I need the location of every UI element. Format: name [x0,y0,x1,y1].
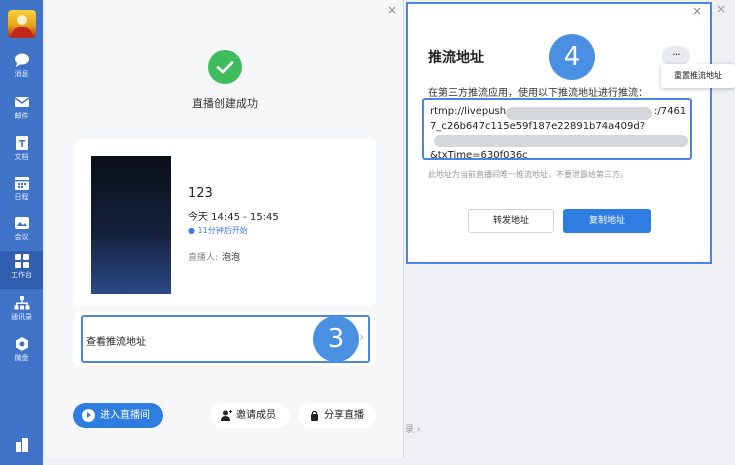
dialog-title: 推流地址 [428,50,484,66]
sidebar-item-workbench[interactable]: 工作台 [0,251,43,289]
sidebar-item-drive[interactable]: 微盘 [0,334,43,372]
sidebar-item-label: 工作台 [11,271,32,279]
redacted-mask [434,135,688,147]
document-icon [15,136,28,150]
close-icon[interactable]: × [387,3,397,17]
view-push-address-label: 查看推流地址 [86,337,146,348]
calendar-icon [14,177,29,190]
background-partial-text: 录 › [405,425,421,435]
invite-members-label: 邀请成员 [236,410,276,421]
close-icon[interactable]: × [692,4,702,18]
host-label: 直播人: [188,253,219,263]
forward-address-button[interactable]: 转发地址 [468,209,554,233]
push-url-line-2: 7_c26b647c115e59f187e22891b74a409d? [430,121,645,132]
push-address-dialog: × 推流地址 4 ··· 在第三方推流应用，使用以下推流地址进行推流： rtmp… [406,2,712,264]
enter-live-room-label: 进入直播间 [100,410,150,421]
sidebar-item-label: 微盘 [14,354,29,362]
copy-address-button[interactable]: 复制地址 [563,209,651,233]
sidebar-item-documents[interactable]: 文档 [0,133,43,171]
share-live-button[interactable]: 分享直播 [298,403,376,428]
chat-bubble-icon [14,53,29,67]
live-poster [91,156,171,294]
step-badge-4: 4 [549,34,595,80]
chevron-right-icon: › [359,330,364,344]
sidebar-item-label: 通讯录 [11,313,32,321]
success-check-icon [208,50,242,84]
meeting-icon [14,217,29,229]
grid-icon [14,254,29,268]
sidebar: 消息 邮件 文档 日程 会议 工作台 通讯录 微盘 [0,0,43,465]
live-name: 123 [188,186,213,201]
share-icon [311,410,318,421]
arrow-right-icon [82,409,95,422]
sidebar-item-label: 日程 [14,193,29,201]
live-info-card: 123 今天 14:45 - 15:45 ● 11分钟后开始 直播人: 泡泡 [74,139,376,306]
share-live-label: 分享直播 [324,410,364,421]
contacts-icon [14,296,29,310]
background-close-icon[interactable]: × [716,2,726,16]
sidebar-item-contacts[interactable]: 通讯录 [0,293,43,331]
sidebar-item-meeting[interactable]: 会议 [0,213,43,251]
sidebar-item-label: 消息 [14,70,29,78]
sidebar-item-label: 邮件 [14,112,29,120]
push-address-description: 在第三方推流应用，使用以下推流地址进行推流： [428,88,648,99]
redacted-mask [506,107,652,120]
avatar[interactable] [8,10,36,38]
cloud-drive-icon [15,337,28,351]
sidebar-item-calendar[interactable]: 日程 [0,173,43,211]
live-countdown: ● 11分钟后开始 [188,226,248,235]
live-created-dialog: × 直播创建成功 123 今天 14:45 - 15:45 ● 11分钟后开始 … [46,0,404,458]
push-url-line-1-end: :/7461 [654,106,687,117]
mail-icon [14,97,29,107]
push-url-line-1: rtmp://livepush. [430,106,510,117]
step-badge-3: 3 [313,316,359,362]
live-time: 今天 14:45 - 15:45 [188,212,279,223]
live-host: 直播人: 泡泡 [188,250,240,263]
sidebar-item-mail[interactable]: 邮件 [0,92,43,130]
push-url-line-3: &txTime=630f036c [430,150,528,161]
reset-push-address-menu-item[interactable]: 重置推流地址 [661,59,735,88]
push-address-note: 此地址为当前直播间唯一推流地址，不要泄露给第三方。 [428,170,628,179]
building-icon[interactable] [14,438,30,452]
sidebar-item-messages[interactable]: 消息 [0,50,43,88]
sidebar-item-label: 文档 [14,153,29,161]
add-user-icon [221,410,232,421]
success-title: 直播创建成功 [192,97,258,110]
enter-live-room-button[interactable]: 进入直播间 [73,403,163,428]
sidebar-item-label: 会议 [14,233,29,241]
host-name: 泡泡 [222,253,241,263]
push-url-box[interactable]: rtmp://livepush. :/7461 7_c26b647c115e59… [422,98,692,161]
invite-members-button[interactable]: 邀请成员 [210,403,290,428]
